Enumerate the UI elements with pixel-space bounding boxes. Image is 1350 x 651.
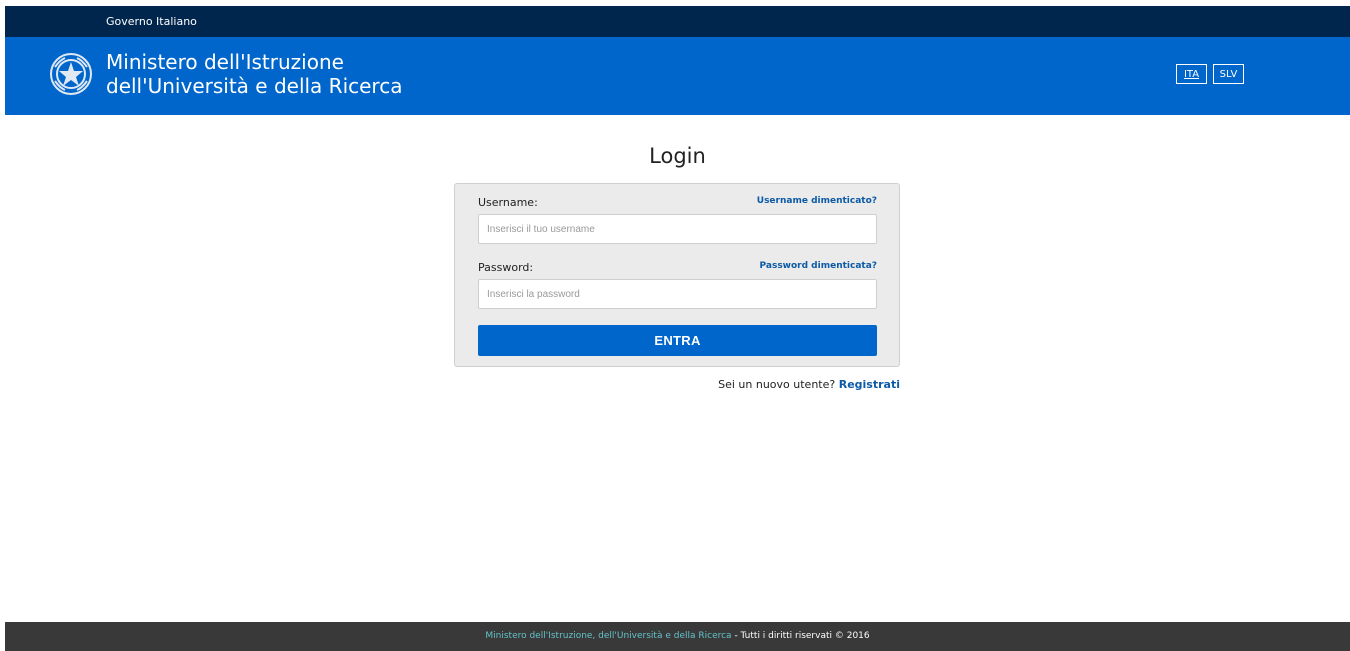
page-title: Login [649, 144, 706, 168]
password-label: Password: [478, 261, 534, 274]
login-card: Username: Username dimenticato? Password… [454, 183, 900, 367]
page: Governo Italiano Ministero dell'Istruzio… [5, 6, 1350, 651]
login-submit-button[interactable]: ENTRA [478, 325, 877, 356]
footer-ministry-link[interactable]: Ministero dell'Istruzione, dell'Universi… [485, 631, 731, 641]
language-ita-button[interactable]: ITA [1176, 64, 1207, 84]
language-slv-button[interactable]: SLV [1213, 64, 1244, 84]
register-link[interactable]: Registrati [839, 378, 900, 391]
government-link[interactable]: Governo Italiano [106, 15, 197, 28]
password-input[interactable] [478, 279, 877, 309]
ministry-line-1: Ministero dell'Istruzione [106, 50, 344, 74]
register-line: Sei un nuovo utente? Registrati [454, 378, 900, 391]
username-forgot-link[interactable]: Username dimenticato? [757, 196, 877, 206]
site-header: Ministero dell'Istruzione dell'Universit… [5, 37, 1350, 115]
footer-rights: - Tutti i diritti riservati © 2016 [731, 631, 870, 641]
password-forgot-link[interactable]: Password dimenticata? [760, 261, 877, 271]
republic-emblem-icon[interactable] [48, 50, 94, 98]
top-bar: Governo Italiano [5, 6, 1350, 37]
username-input[interactable] [478, 214, 877, 244]
ministry-name[interactable]: Ministero dell'Istruzione dell'Universit… [106, 50, 402, 98]
new-user-text: Sei un nuovo utente? [718, 378, 836, 391]
username-label: Username: [478, 196, 538, 209]
site-footer: Ministero dell'Istruzione, dell'Universi… [5, 622, 1350, 651]
ministry-line-2: dell'Università e della Ricerca [106, 74, 403, 98]
